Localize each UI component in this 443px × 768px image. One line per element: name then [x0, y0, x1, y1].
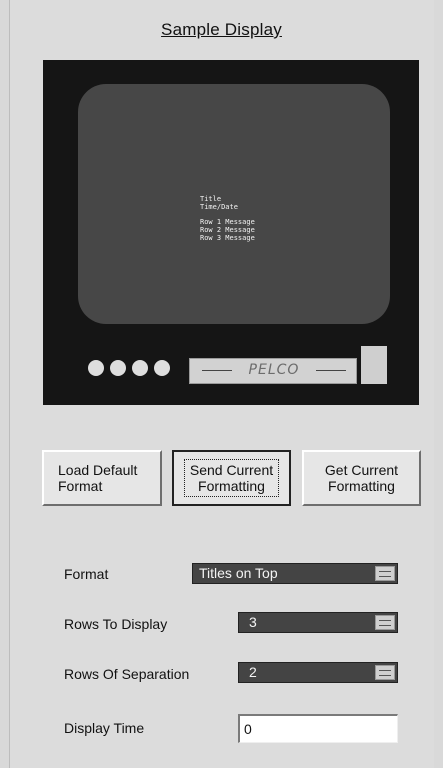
- rows-to-display-value: 3: [249, 614, 257, 630]
- button-label-line-2: Formatting: [328, 478, 395, 494]
- get-current-formatting-button[interactable]: Get Current Formatting: [302, 450, 421, 506]
- monitor-knob: [361, 346, 387, 384]
- button-label-line-1: Send Current: [189, 462, 274, 478]
- monitor-control-dots: [88, 360, 170, 376]
- sample-display-title: Sample Display: [161, 20, 282, 39]
- select-spinner-icon[interactable]: [375, 615, 395, 630]
- brand-nameplate: PELCO: [189, 358, 357, 384]
- screen-row-1: Row 1 Message: [200, 218, 255, 226]
- monitor-preview: Title Time/Date Row 1 Message Row 2 Mess…: [43, 60, 419, 405]
- select-spinner-icon[interactable]: [375, 566, 395, 581]
- screen-text: Title Time/Date Row 1 Message Row 2 Mess…: [200, 195, 255, 242]
- screen-title-line: Title: [200, 195, 222, 203]
- dot-icon: [110, 360, 126, 376]
- monitor-screen: Title Time/Date Row 1 Message Row 2 Mess…: [78, 84, 390, 324]
- brand-logo: PELCO: [248, 362, 300, 378]
- format-label: Format: [64, 566, 109, 582]
- rows-of-separation-label: Rows Of Separation: [64, 666, 190, 682]
- rows-of-separation-select[interactable]: 2: [238, 662, 398, 683]
- send-current-formatting-button[interactable]: Send Current Formatting: [172, 450, 291, 506]
- format-select-value: Titles on Top: [199, 565, 278, 581]
- dot-icon: [154, 360, 170, 376]
- button-label-line-2: Format: [58, 478, 103, 494]
- dot-icon: [88, 360, 104, 376]
- screen-row-3: Row 3 Message: [200, 234, 255, 242]
- dot-icon: [132, 360, 148, 376]
- display-time-label: Display Time: [64, 720, 145, 736]
- screen-time-date-line: Time/Date: [200, 203, 238, 211]
- rows-to-display-select[interactable]: 3: [238, 612, 398, 633]
- load-default-format-button[interactable]: Load Default Format: [42, 450, 162, 506]
- rows-of-separation-value: 2: [249, 664, 257, 680]
- select-spinner-icon[interactable]: [375, 665, 395, 680]
- format-select[interactable]: Titles on Top: [192, 563, 398, 584]
- button-label-line-2: Formatting: [198, 478, 265, 494]
- rows-to-display-label: Rows To Display: [64, 616, 168, 632]
- button-label-line-1: Load Default: [58, 462, 138, 478]
- display-time-input[interactable]: [238, 714, 398, 743]
- button-label-line-1: Get Current: [324, 462, 399, 478]
- screen-row-2: Row 2 Message: [200, 226, 255, 234]
